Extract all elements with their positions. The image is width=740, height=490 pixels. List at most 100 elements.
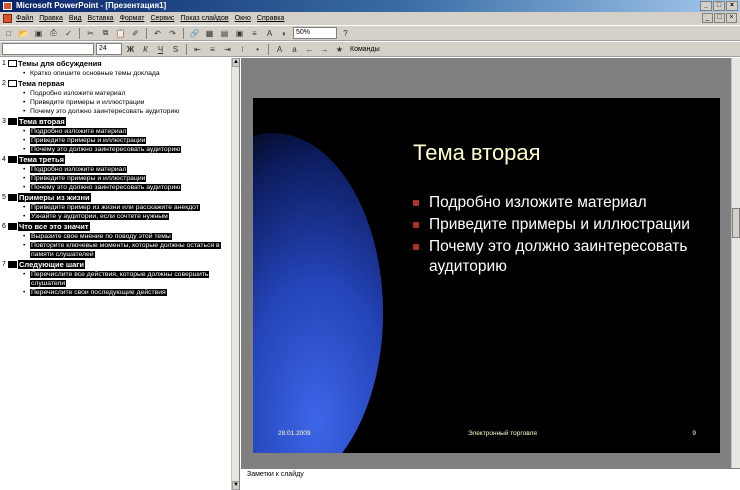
slide-title[interactable]: Тема вторая	[413, 140, 541, 166]
undo-icon[interactable]: ↶	[151, 27, 164, 39]
cut-icon[interactable]: ✂	[84, 27, 97, 39]
outline-slide[interactable]: 1 Темы для обсуждения Кратко опишите основ…	[0, 58, 239, 78]
outline-bullet-text: Приведите пример из жизни или расскажите…	[30, 204, 200, 211]
outline-slide[interactable]: 3 Тема вторая Подробно изложите материал Пр…	[0, 116, 239, 154]
outline-slide[interactable]: 7 Следующие шаги Перечислите все действия,…	[0, 259, 239, 297]
outline-bullet[interactable]: Приведите примеры и иллюстрации	[0, 136, 239, 145]
slide-canvas[interactable]: Тема вторая Подробно изложите материал П…	[253, 98, 720, 453]
bold-button[interactable]: Ж	[124, 43, 137, 55]
underline-button[interactable]: Ч	[154, 43, 167, 55]
outline-bullet[interactable]: Приведите пример из жизни или расскажите…	[0, 203, 239, 212]
font-size-select[interactable]: 24	[96, 43, 122, 55]
outline-pane[interactable]: 1 Темы для обсуждения Кратко опишите основ…	[0, 58, 240, 490]
hyperlink-icon[interactable]: 🔗	[188, 27, 201, 39]
new-slide-icon[interactable]: ▣	[233, 27, 246, 39]
outline-bullet[interactable]: Приведите примеры и иллюстрации	[0, 174, 239, 183]
spellcheck-icon[interactable]: ✓	[62, 27, 75, 39]
zoom-select[interactable]: 50%	[293, 27, 337, 39]
slide-body[interactable]: Подробно изложите материал Приведите при…	[411, 193, 711, 279]
scroll-down-arrow[interactable]: ▼	[232, 481, 239, 490]
outline-bullet[interactable]: Подробно изложите материал	[0, 165, 239, 174]
outline-bullet[interactable]: Перечислите свои последующие действия	[0, 288, 239, 297]
menu-view[interactable]: Вид	[69, 15, 82, 22]
maximize-button[interactable]: □	[713, 1, 725, 11]
show-formatting-icon[interactable]: A	[263, 27, 276, 39]
outline-bullet[interactable]: Почему это должно заинтересовать аудитор…	[0, 145, 239, 154]
menu-tools[interactable]: Сервис	[150, 15, 174, 22]
table-icon[interactable]: ▦	[203, 27, 216, 39]
save-icon[interactable]: ▣	[32, 27, 45, 39]
grayscale-icon[interactable]: ◐	[278, 27, 291, 39]
open-icon[interactable]: 📂	[17, 27, 30, 39]
menu-format[interactable]: Формат	[120, 15, 145, 22]
outline-bullet[interactable]: Приведите примеры и иллюстрации	[0, 98, 239, 107]
align-right-icon[interactable]: ⇥	[221, 43, 234, 55]
minimize-button[interactable]: _	[700, 1, 712, 11]
outline-slide[interactable]: 2 Тема первая Подробно изложите материал Пр…	[0, 78, 239, 116]
outline-bullet[interactable]: Перечислите все действия, которые должны…	[0, 270, 239, 288]
bullets-icon[interactable]: •	[251, 43, 264, 55]
italic-button[interactable]: К	[139, 43, 152, 55]
menu-help[interactable]: Справка	[257, 15, 284, 22]
arrow-left-icon[interactable]: ←	[303, 43, 316, 55]
menu-edit[interactable]: Правка	[39, 15, 63, 22]
outline-slide-title[interactable]: 7 Следующие шаги	[0, 259, 239, 270]
outline-bullet[interactable]: Почему это должно заинтересовать аудитор…	[0, 107, 239, 116]
outline-bullet[interactable]: Узнайте у аудитории, если сочтете нужным	[0, 212, 239, 221]
outline-bullet-text: Подробно изложите материал	[30, 128, 128, 135]
outline-bullet[interactable]: Выразите свое мнение по поводу этой темы	[0, 232, 239, 241]
outline-bullet[interactable]: Повторите ключевые моменты, которые долж…	[0, 241, 239, 259]
window-title: Microsoft PowerPoint - [Презентация1]	[16, 1, 167, 10]
outline-bullet[interactable]: Почему это должно заинтересовать аудитор…	[0, 183, 239, 192]
outline-slide[interactable]: 5 Примеры из жизни Приведите пример из жиз…	[0, 192, 239, 221]
new-icon[interactable]: □	[2, 27, 15, 39]
animation-icon[interactable]: ★	[333, 43, 346, 55]
menu-insert[interactable]: Вставка	[88, 15, 114, 22]
copy-icon[interactable]: ⧉	[99, 27, 112, 39]
shadow-icon[interactable]: S	[169, 43, 182, 55]
close-button[interactable]: ×	[726, 1, 738, 11]
numbering-icon[interactable]: ⁝	[236, 43, 249, 55]
expand-icon[interactable]: ≡	[248, 27, 261, 39]
outline-bullet[interactable]: Подробно изложите материал	[0, 89, 239, 98]
outline-slide-title[interactable]: 1 Темы для обсуждения	[0, 58, 239, 69]
notes-pane[interactable]: Заметки к слайду	[241, 468, 740, 490]
slide-bullet: Почему это должно заинтересовать аудитор…	[411, 237, 711, 277]
scroll-up-arrow[interactable]: ▲	[232, 58, 239, 67]
toolbar-separator	[268, 43, 269, 55]
outline-scrollbar[interactable]: ▲ ▼	[231, 58, 239, 490]
redo-icon[interactable]: ↷	[166, 27, 179, 39]
chart-icon[interactable]: ▤	[218, 27, 231, 39]
print-icon[interactable]: ⎙	[47, 27, 60, 39]
doc-close-button[interactable]: ×	[726, 13, 737, 23]
paste-icon[interactable]: 📋	[114, 27, 127, 39]
doc-restore-button[interactable]: □	[714, 13, 725, 23]
document-icon[interactable]	[3, 14, 12, 23]
format-painter-icon[interactable]: ✐	[129, 27, 142, 39]
align-center-icon[interactable]: ≡	[206, 43, 219, 55]
slide-number: 9	[692, 430, 696, 437]
doc-minimize-button[interactable]: _	[702, 13, 713, 23]
outline-slide-title[interactable]: 2 Тема первая	[0, 78, 239, 89]
outline-slide-title[interactable]: 3 Тема вторая	[0, 116, 239, 127]
help-icon[interactable]: ?	[339, 27, 352, 39]
increase-font-icon[interactable]: A	[273, 43, 286, 55]
outline-slide[interactable]: 6 Что все это значит Выразите свое мнение …	[0, 221, 239, 259]
slide-scrollbar[interactable]	[731, 58, 740, 468]
outline-bullet[interactable]: Кратко опишите основные темы доклада	[0, 69, 239, 78]
menu-slideshow[interactable]: Показ слайдов	[180, 15, 228, 22]
scroll-thumb[interactable]	[732, 208, 740, 238]
slide-icon	[8, 80, 17, 87]
align-left-icon[interactable]: ⇤	[191, 43, 204, 55]
outline-slide-title[interactable]: 6 Что все это значит	[0, 221, 239, 232]
commands-button[interactable]: Команды	[348, 46, 382, 53]
menu-window[interactable]: Окно	[235, 15, 251, 22]
outline-slide-title[interactable]: 5 Примеры из жизни	[0, 192, 239, 203]
font-select[interactable]	[2, 43, 94, 55]
outline-slide-title[interactable]: 4 Тема третья	[0, 154, 239, 165]
arrow-right-icon[interactable]: →	[318, 43, 331, 55]
menu-file[interactable]: Файл	[16, 15, 33, 22]
outline-slide[interactable]: 4 Тема третья Подробно изложите материал Пр…	[0, 154, 239, 192]
outline-bullet[interactable]: Подробно изложите материал	[0, 127, 239, 136]
decrease-font-icon[interactable]: a	[288, 43, 301, 55]
